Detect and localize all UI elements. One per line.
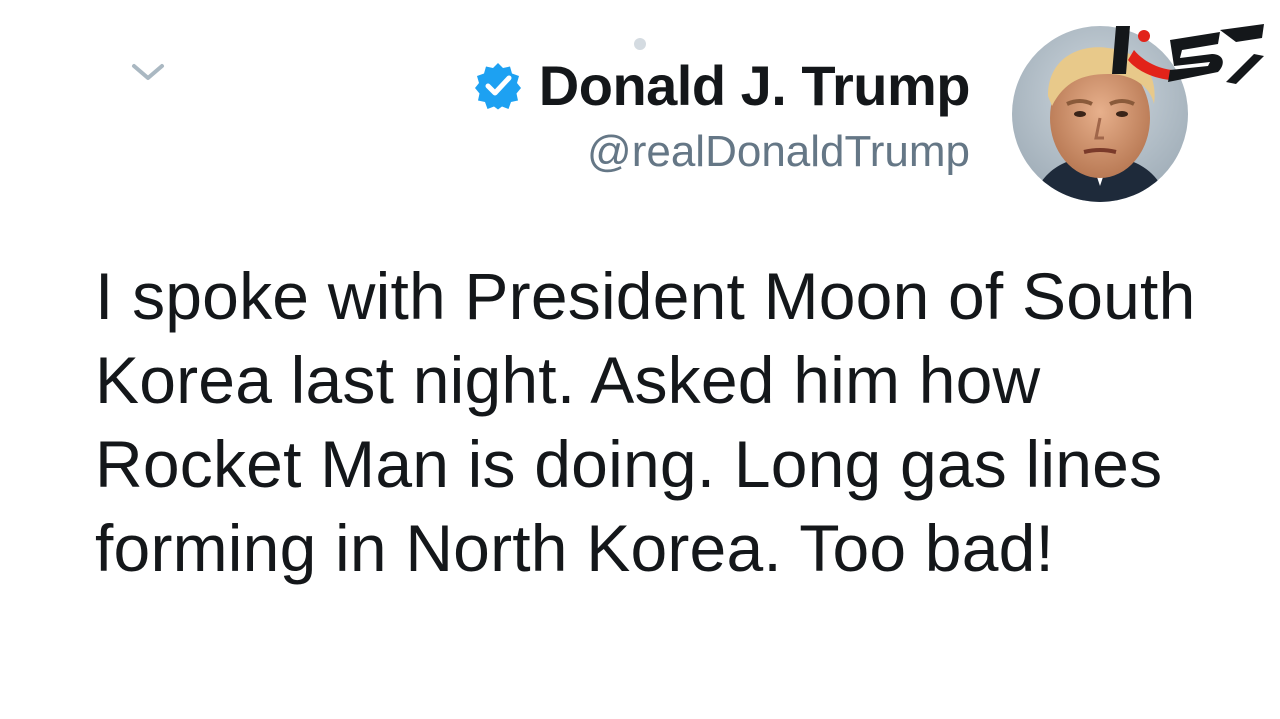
user-handle[interactable]: @realDonaldTrump: [473, 124, 970, 180]
tweet-text: I spoke with President Moon of South Kor…: [95, 259, 1196, 585]
news-site-logo: [1108, 20, 1268, 90]
tweet-card: Donald J. Trump @realDonaldTrump I spoke…: [0, 0, 1280, 719]
tweet-author[interactable]: Donald J. Trump @realDonaldTrump: [473, 50, 971, 180]
verified-badge-icon: [474, 63, 521, 110]
chevron-down-icon[interactable]: [128, 56, 168, 88]
display-name[interactable]: Donald J. Trump: [539, 50, 971, 122]
author-name-row: Donald J. Trump: [473, 50, 971, 122]
indicator-dot: [634, 38, 646, 50]
